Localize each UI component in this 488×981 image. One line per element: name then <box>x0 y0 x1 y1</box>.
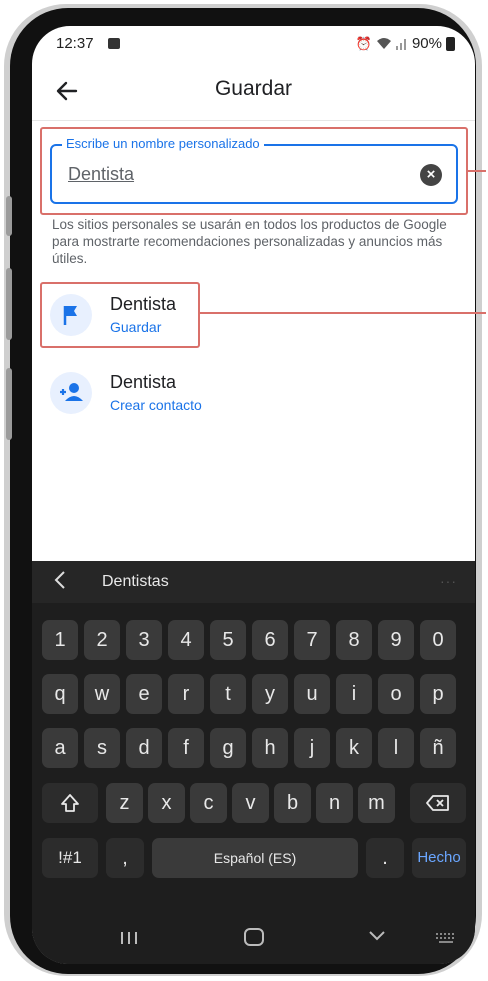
done-key[interactable]: Hecho <box>412 838 466 878</box>
side-button <box>6 196 12 236</box>
number-key[interactable]: 4 <box>168 620 204 660</box>
letter-key[interactable]: i <box>336 674 372 714</box>
side-button <box>6 268 12 340</box>
more-options-icon[interactable]: ··· <box>440 573 457 589</box>
comma-key[interactable]: , <box>106 838 144 878</box>
number-key[interactable]: 3 <box>126 620 162 660</box>
battery-icon <box>446 36 455 51</box>
letter-key[interactable]: m <box>358 783 395 823</box>
navigation-bar <box>32 913 475 964</box>
number-key[interactable]: 8 <box>336 620 372 660</box>
on-screen-keyboard: Dentistas ··· 1234567890 qwertyuiop asdf… <box>32 561 475 964</box>
letter-key[interactable]: t <box>210 674 246 714</box>
annotation-highlight-save <box>40 282 200 348</box>
symbols-key[interactable]: !#1 <box>42 838 98 878</box>
wifi-icon <box>376 38 391 49</box>
period-key[interactable]: . <box>366 838 404 878</box>
letter-key[interactable]: z <box>106 783 143 823</box>
number-key[interactable]: 9 <box>378 620 414 660</box>
letter-key[interactable]: c <box>190 783 227 823</box>
letter-key[interactable]: y <box>252 674 288 714</box>
status-indicators: ⏰ 90% <box>356 35 455 52</box>
recent-apps-icon[interactable] <box>120 931 138 945</box>
letter-key[interactable]: f <box>168 728 204 768</box>
letter-key[interactable]: n <box>316 783 353 823</box>
annotation-connector <box>200 312 486 314</box>
side-button <box>6 368 12 440</box>
letter-key[interactable]: e <box>126 674 162 714</box>
battery-level: 90% <box>411 35 442 52</box>
home-icon[interactable] <box>244 928 264 946</box>
create-contact-option[interactable]: Dentista Crear contacto <box>48 368 458 424</box>
backspace-key[interactable] <box>410 783 466 823</box>
nav-back-icon[interactable] <box>368 927 386 945</box>
space-key[interactable]: Español (ES) <box>152 838 358 878</box>
letter-key[interactable]: o <box>378 674 414 714</box>
create-contact-title: Dentista <box>110 372 177 392</box>
status-bar: 12:37 ⏰ 90% <box>32 26 475 60</box>
annotation-connector <box>468 170 486 172</box>
add-person-icon <box>50 372 92 414</box>
letter-key[interactable]: w <box>84 674 120 714</box>
annotation-highlight-input <box>40 127 468 215</box>
letter-key[interactable]: j <box>294 728 330 768</box>
screenshot-stage: 12:37 ⏰ 90% Guardar Escribe un nombre pe… <box>0 0 488 981</box>
chevron-left-icon[interactable] <box>52 569 68 591</box>
number-key[interactable]: 7 <box>294 620 330 660</box>
letter-key[interactable]: ñ <box>420 728 456 768</box>
number-key[interactable]: 5 <box>210 620 246 660</box>
letter-key[interactable]: d <box>126 728 162 768</box>
page-title: Guardar <box>214 77 293 100</box>
create-contact-action[interactable]: Crear contacto <box>110 397 202 413</box>
letter-key[interactable]: l <box>378 728 414 768</box>
number-key[interactable]: 6 <box>252 620 288 660</box>
alarm-icon: ⏰ <box>355 35 372 51</box>
letter-key[interactable]: s <box>84 728 120 768</box>
letter-key[interactable]: q <box>42 674 78 714</box>
image-notification-icon <box>108 38 120 49</box>
letter-key[interactable]: u <box>294 674 330 714</box>
letter-key[interactable]: g <box>210 728 246 768</box>
letter-key[interactable]: r <box>168 674 204 714</box>
signal-icon <box>395 39 406 50</box>
number-key[interactable]: 2 <box>84 620 120 660</box>
letter-key[interactable]: k <box>336 728 372 768</box>
letter-key[interactable]: b <box>274 783 311 823</box>
status-time: 12:37 <box>56 35 94 52</box>
letter-key[interactable]: x <box>148 783 185 823</box>
shift-key[interactable] <box>42 783 98 823</box>
keyboard-switch-icon[interactable] <box>435 931 457 945</box>
suggestion-word[interactable]: Dentistas <box>102 573 169 591</box>
suggestion-bar: Dentistas ··· <box>32 561 475 603</box>
helper-text: Los sitios personales se usarán en todos… <box>52 217 447 266</box>
number-key[interactable]: 1 <box>42 620 78 660</box>
app-bar-divider <box>32 120 475 121</box>
letter-key[interactable]: h <box>252 728 288 768</box>
number-key[interactable]: 0 <box>420 620 456 660</box>
letter-key[interactable]: p <box>420 674 456 714</box>
app-bar: Guardar <box>32 66 475 118</box>
letter-key[interactable]: a <box>42 728 78 768</box>
letter-key[interactable]: v <box>232 783 269 823</box>
